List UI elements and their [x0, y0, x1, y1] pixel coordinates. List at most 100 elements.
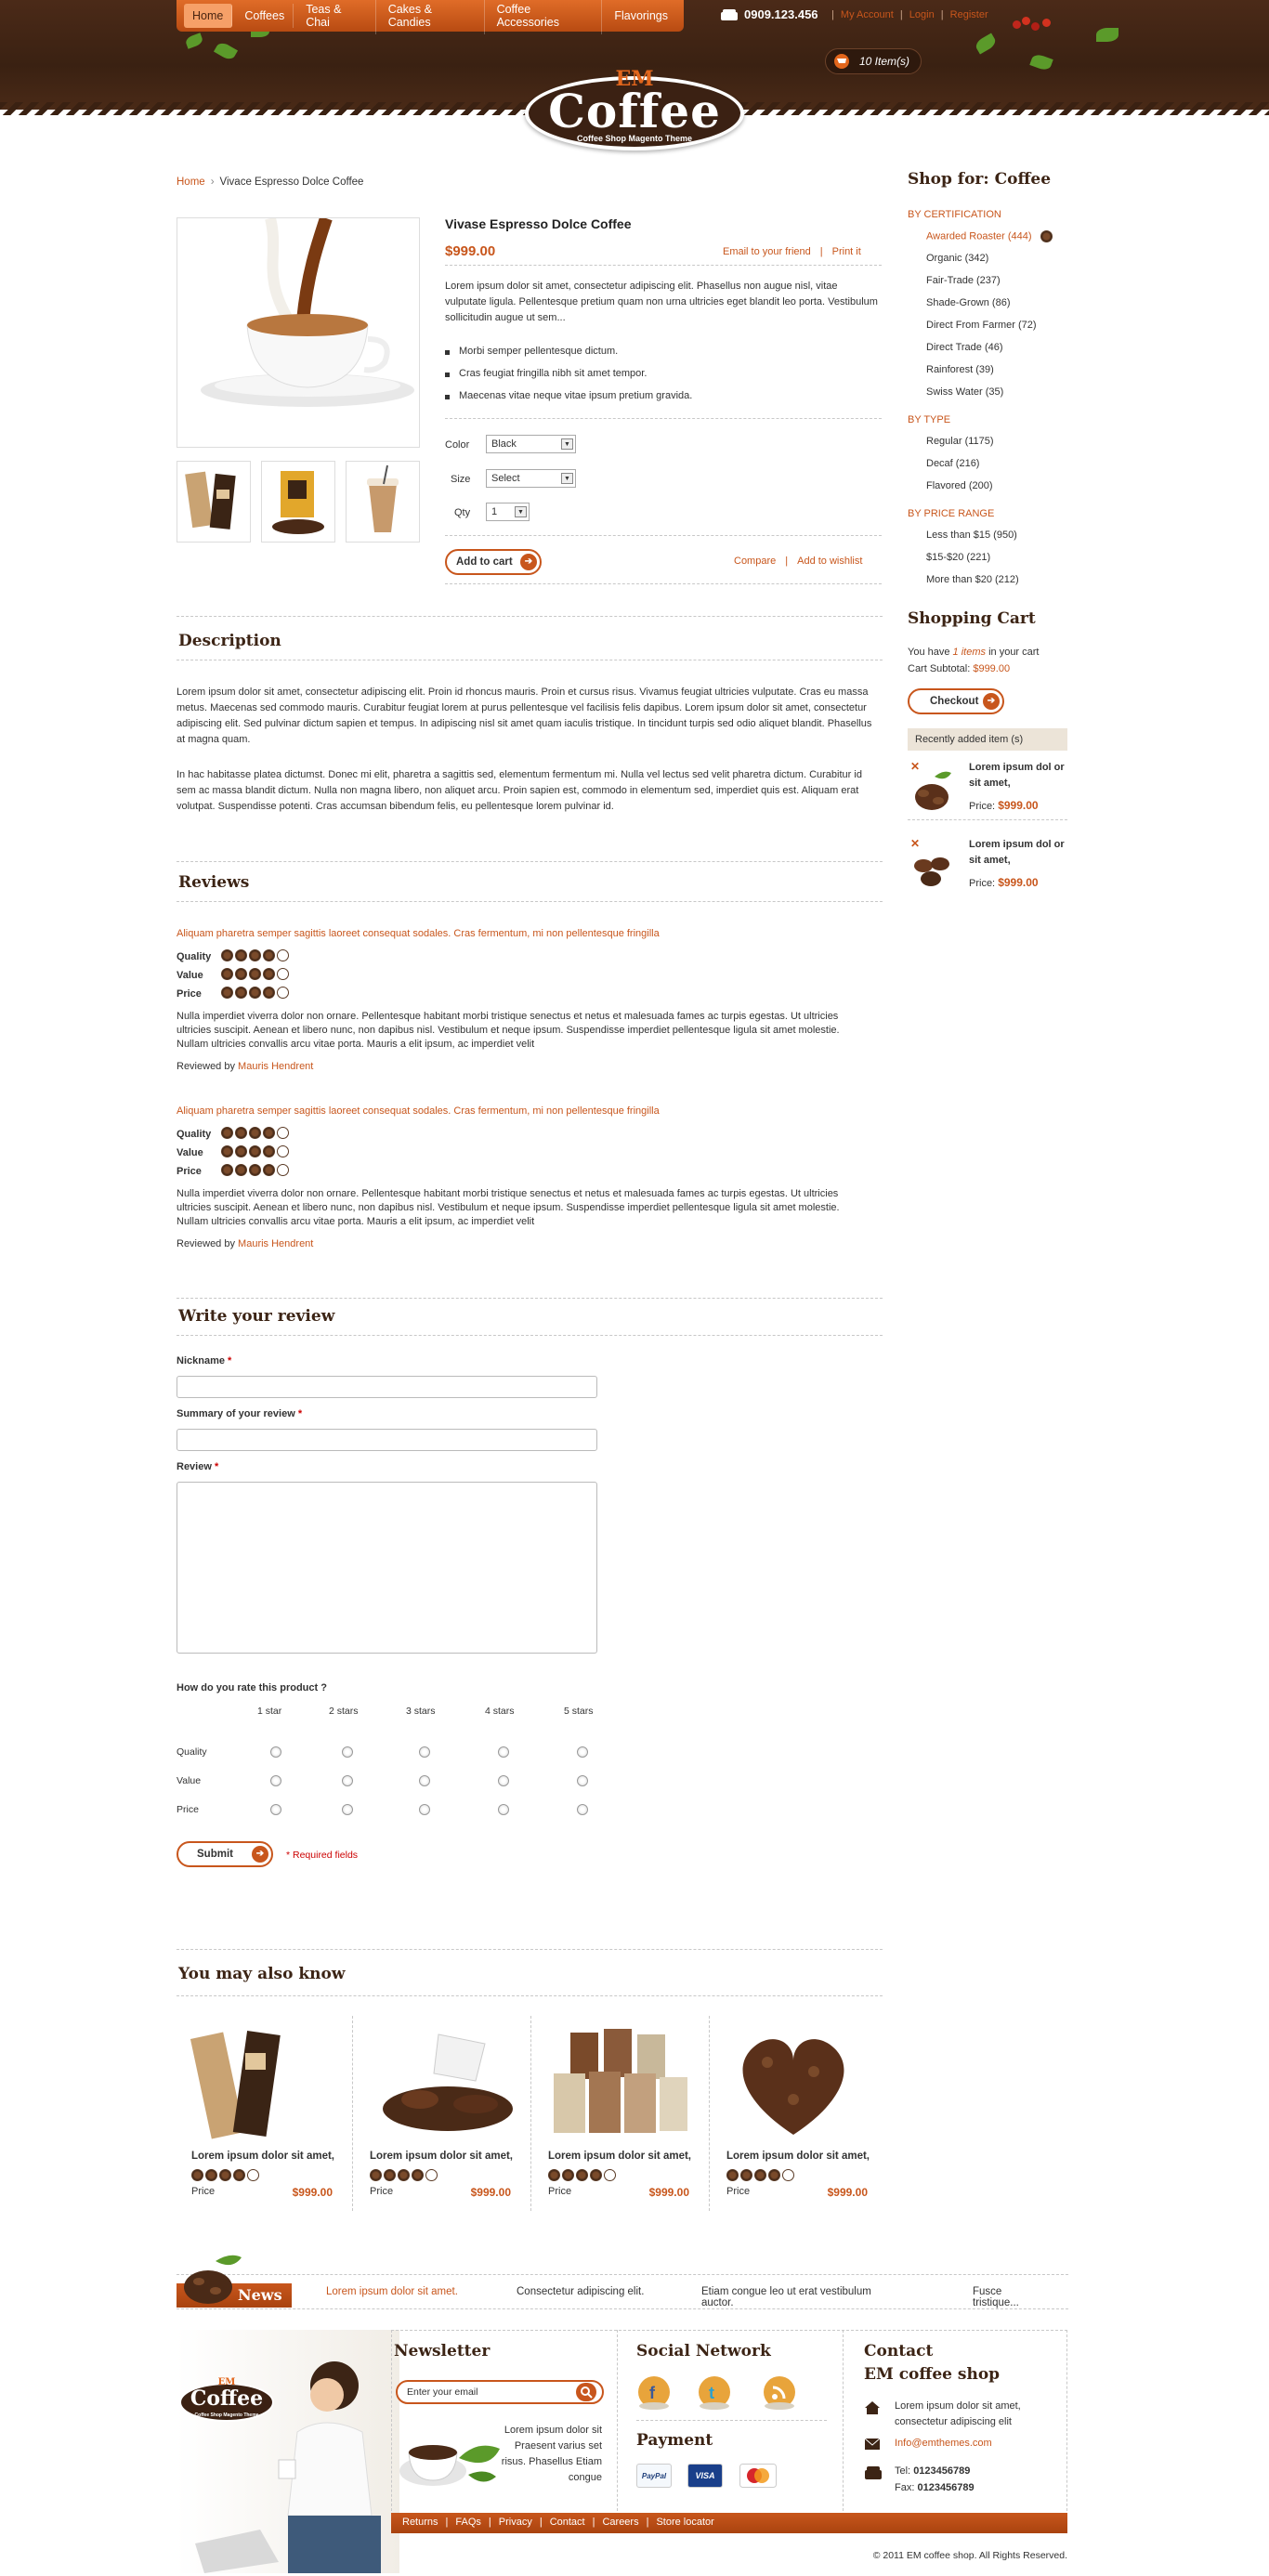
- my-account-link[interactable]: My Account: [841, 9, 894, 20]
- related-product[interactable]: Lorem ipsum dolor sit amet, Price $999.0…: [533, 2016, 697, 2211]
- coffee-bean-pile-icon: [184, 2255, 242, 2304]
- related-product-name[interactable]: Lorem ipsum dolor sit amet,: [191, 2151, 334, 2162]
- rating-radio[interactable]: [498, 1775, 509, 1786]
- filter-item[interactable]: Rainforest (39): [926, 364, 994, 375]
- review-headline: Aliquam pharetra semper sagittis laoreet…: [177, 928, 660, 939]
- checkout-button[interactable]: Checkout ➔: [908, 688, 1004, 714]
- product-thumbnail-1[interactable]: [177, 461, 251, 543]
- site-logo[interactable]: EM Coffee Coffee Shop Magento Theme: [525, 67, 744, 150]
- rating-radio[interactable]: [270, 1775, 281, 1786]
- nav-coffees[interactable]: Coffees: [236, 4, 294, 28]
- newsletter-submit-button[interactable]: [576, 2383, 596, 2401]
- coffee-bean-heart-image: [742, 2039, 844, 2135]
- rating-radio[interactable]: [498, 1804, 509, 1815]
- footer-logo[interactable]: EM Coffee Coffee Shop Magento Theme: [179, 2377, 276, 2426]
- filter-item[interactable]: More than $20 (212): [926, 574, 1019, 585]
- coffee-bean-filled-icon: [370, 2169, 382, 2182]
- footer-link-store-locator[interactable]: Store locator: [656, 2517, 713, 2528]
- account-links: | My Account | Login | Register: [831, 9, 988, 20]
- filter-item[interactable]: Organic (342): [926, 253, 988, 264]
- footer-link-returns[interactable]: Returns: [402, 2517, 438, 2528]
- product-feature-text: Maecenas vitae neque vitae ipsum pretium…: [459, 390, 693, 401]
- filter-item[interactable]: Shade-Grown (86): [926, 297, 1011, 308]
- coffee-bean-filled-icon: [726, 2169, 739, 2182]
- related-product-name[interactable]: Lorem ipsum dolor sit amet,: [370, 2151, 513, 2162]
- email-friend-link[interactable]: Email to your friend: [723, 246, 811, 257]
- product-thumbnail-3[interactable]: [346, 461, 420, 543]
- rating-radio[interactable]: [577, 1804, 588, 1815]
- coffee-bean-filled-icon: [263, 1127, 275, 1140]
- related-product[interactable]: Lorem ipsum dolor sit amet, Price $999.0…: [355, 2016, 518, 2211]
- filter-item[interactable]: Regular (1175): [926, 436, 994, 447]
- filter-item-active[interactable]: Awarded Roaster (444): [926, 230, 1054, 242]
- footer-link-careers[interactable]: Careers: [602, 2517, 638, 2528]
- nav-cakes-candies[interactable]: Cakes & Candies: [380, 0, 485, 34]
- rating-radio[interactable]: [419, 1775, 430, 1786]
- nickname-input[interactable]: [177, 1376, 597, 1398]
- coffee-bean-empty-icon: [277, 987, 289, 1000]
- product-thumbnail-2[interactable]: [261, 461, 335, 543]
- add-to-cart-button[interactable]: Add to cart ➔: [445, 549, 542, 575]
- submit-review-button[interactable]: Submit ➔: [177, 1841, 273, 1867]
- footer-link-faqs[interactable]: FAQs: [455, 2517, 481, 2528]
- related-product-name[interactable]: Lorem ipsum dolor sit amet,: [726, 2151, 870, 2162]
- news-item[interactable]: Etiam congue leo ut erat vestibulum auct…: [701, 2286, 883, 2308]
- filter-item[interactable]: Direct From Farmer (72): [926, 320, 1037, 331]
- rss-icon[interactable]: [762, 2374, 797, 2410]
- footer-link-privacy[interactable]: Privacy: [499, 2517, 532, 2528]
- nav-flavorings[interactable]: Flavorings: [606, 4, 676, 28]
- size-select[interactable]: Select ▼: [486, 469, 576, 488]
- rating-radio[interactable]: [270, 1746, 281, 1758]
- add-to-wishlist-link[interactable]: Add to wishlist: [797, 556, 862, 567]
- coffee-bean-filled-icon: [576, 2169, 588, 2182]
- news-item[interactable]: Lorem ipsum dolor sit amet.: [326, 2286, 458, 2297]
- rating-radio[interactable]: [577, 1746, 588, 1758]
- rating-radio[interactable]: [342, 1775, 353, 1786]
- twitter-icon[interactable]: t: [697, 2374, 732, 2410]
- filter-item[interactable]: Less than $15 (950): [926, 530, 1017, 541]
- filter-item[interactable]: Swiss Water (35): [926, 386, 1003, 398]
- related-product[interactable]: Lorem ipsum dolor sit amet, Price $999.0…: [177, 2016, 340, 2211]
- related-product[interactable]: Lorem ipsum dolor sit amet, Price $999.0…: [712, 2016, 875, 2211]
- rating-radio[interactable]: [342, 1746, 353, 1758]
- qty-select[interactable]: 1 ▼: [486, 503, 530, 521]
- filter-item[interactable]: Flavored (200): [926, 480, 993, 491]
- product-main-image[interactable]: [177, 216, 420, 448]
- color-select[interactable]: Black ▼: [486, 435, 576, 453]
- nav-home[interactable]: Home: [184, 4, 233, 28]
- rating-radio[interactable]: [342, 1804, 353, 1815]
- nav-teas-chai[interactable]: Teas & Chai: [297, 0, 376, 34]
- nav-coffee-accessories[interactable]: Coffee Accessories: [489, 0, 603, 34]
- review-textarea[interactable]: [177, 1482, 597, 1654]
- news-item[interactable]: Fusce tristique...: [973, 2286, 1019, 2308]
- header-cart-button[interactable]: 10 Item(s): [825, 48, 922, 74]
- cart-item-name[interactable]: Lorem ipsum dol or sit amet,: [969, 837, 1066, 869]
- register-link[interactable]: Register: [950, 9, 988, 20]
- divider: [445, 265, 882, 266]
- reviewed-by-label: Reviewed by: [177, 1238, 235, 1249]
- facebook-icon[interactable]: f: [636, 2374, 672, 2410]
- login-link[interactable]: Login: [909, 9, 935, 20]
- newsletter-email-input[interactable]: Enter your email: [396, 2380, 604, 2404]
- rating-radio[interactable]: [419, 1804, 430, 1815]
- cart-items-link[interactable]: 1 items: [953, 647, 986, 658]
- filter-item[interactable]: Direct Trade (46): [926, 342, 1003, 353]
- breadcrumb-home[interactable]: Home: [177, 177, 205, 188]
- review-author[interactable]: Mauris Hendrent: [238, 1061, 313, 1072]
- compare-link[interactable]: Compare: [734, 556, 776, 567]
- summary-input[interactable]: [177, 1429, 597, 1451]
- footer-link-contact[interactable]: Contact: [550, 2517, 585, 2528]
- rating-radio[interactable]: [498, 1746, 509, 1758]
- rating-radio[interactable]: [270, 1804, 281, 1815]
- related-product-name[interactable]: Lorem ipsum dolor sit amet,: [548, 2151, 691, 2162]
- contact-email[interactable]: Info@emthemes.com: [895, 2438, 992, 2449]
- filter-item[interactable]: Decaf (216): [926, 458, 979, 469]
- filter-item[interactable]: Fair-Trade (237): [926, 275, 1001, 286]
- rating-radio[interactable]: [577, 1775, 588, 1786]
- print-link[interactable]: Print it: [832, 246, 861, 257]
- review-author[interactable]: Mauris Hendrent: [238, 1238, 313, 1249]
- rating-radio[interactable]: [419, 1746, 430, 1758]
- filter-item[interactable]: $15-$20 (221): [926, 552, 990, 563]
- cart-item-name[interactable]: Lorem ipsum dol or sit amet,: [969, 760, 1066, 791]
- news-item[interactable]: Consectetur adipiscing elit.: [517, 2286, 644, 2297]
